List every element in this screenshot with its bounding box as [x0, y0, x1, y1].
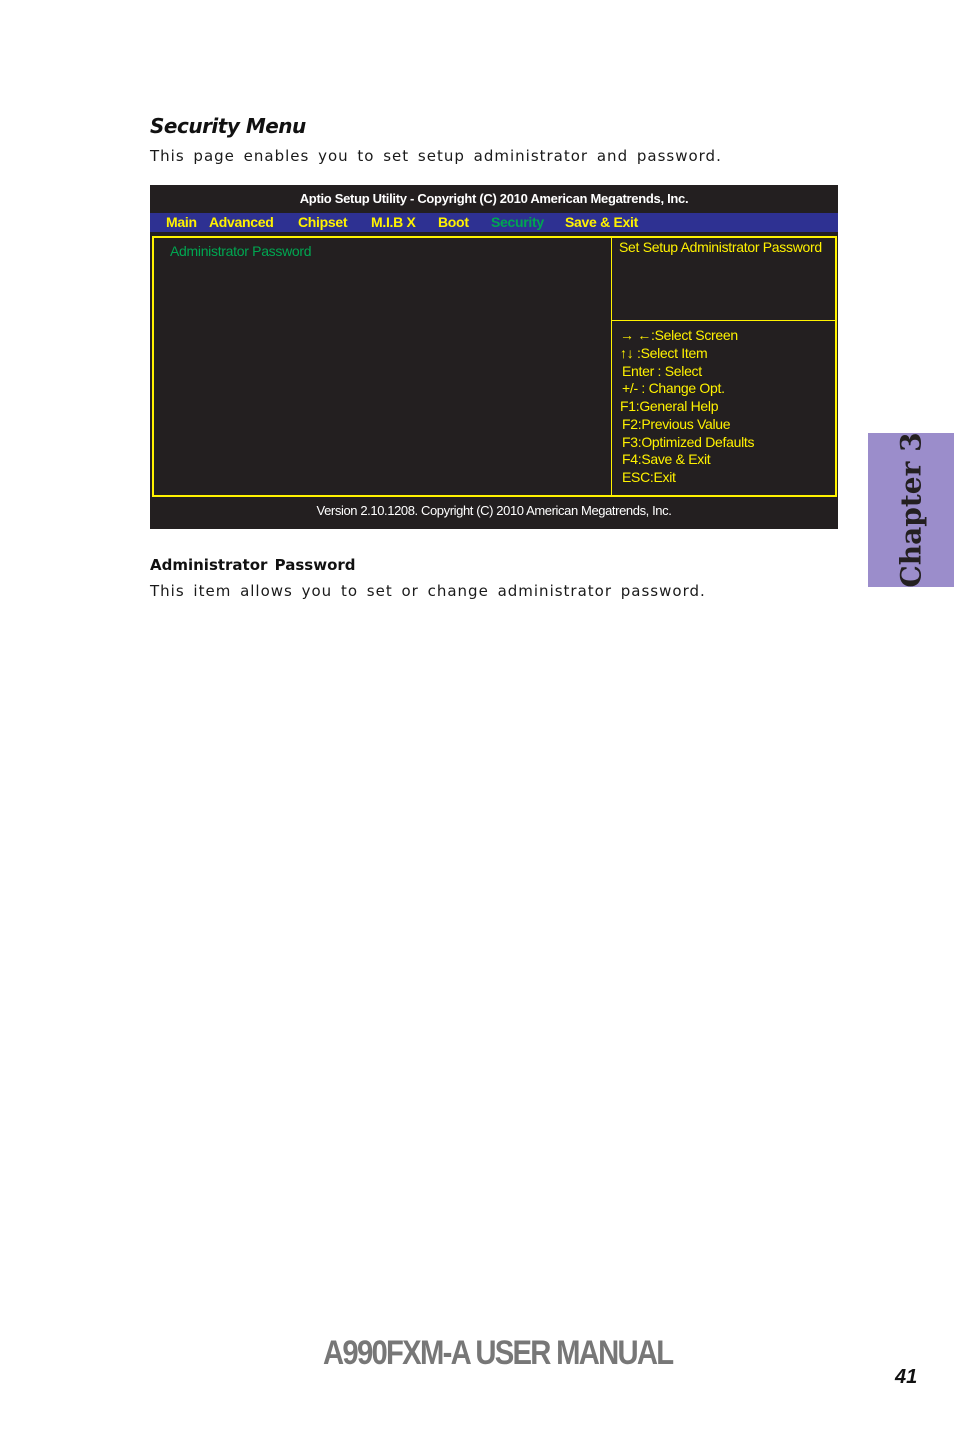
key-change-opt: +/- : Change Opt. — [622, 380, 725, 397]
subsection-text: This item allows you to set or change ad… — [150, 582, 706, 600]
menu-tab-mibx[interactable]: M.I.B X — [371, 214, 416, 230]
panel-divider-vertical — [611, 238, 612, 495]
key-select-item: ↑↓ :Select Item — [620, 344, 708, 361]
manual-title: A990FXM-A USER MANUAL — [323, 1334, 674, 1372]
bios-screenshot: Aptio Setup Utility - Copyright (C) 2010… — [150, 185, 838, 529]
chapter-label: Chapter 3 — [894, 432, 928, 588]
key-select-screen: → ←:Select Screen — [620, 327, 738, 343]
menu-tab-boot[interactable]: Boot — [438, 214, 469, 230]
menu-tab-main[interactable]: Main — [166, 214, 197, 230]
subsection-title: Administrator Password — [150, 556, 356, 574]
menu-tab-save-exit[interactable]: Save & Exit — [565, 214, 638, 230]
bios-main-panel: Administrator Password Set Setup Adminis… — [152, 236, 837, 497]
panel-divider-horizontal — [612, 320, 835, 321]
menu-tab-security[interactable]: Security — [491, 214, 544, 230]
administrator-password-item[interactable]: Administrator Password — [170, 243, 312, 259]
menu-tab-chipset[interactable]: Chipset — [298, 214, 348, 230]
key-esc-exit: ESC:Exit — [622, 469, 676, 485]
section-intro: This page enables you to set setup admin… — [150, 147, 722, 165]
chapter-tab: Chapter 3 — [868, 432, 954, 588]
bios-menubar: Main Advanced Chipset M.I.B X Boot Secur… — [150, 213, 838, 232]
key-f1-help: F1:General Help — [620, 398, 719, 414]
bios-title: Aptio Setup Utility - Copyright (C) 2010… — [299, 191, 689, 206]
bios-version-footer: Version 2.10.1208. Copyright (C) 2010 Am… — [316, 503, 672, 518]
left-right-arrows-icon: → ← — [620, 327, 651, 343]
section-title: Security Menu — [150, 114, 306, 138]
key-f2-previous: F2:Previous Value — [622, 415, 731, 432]
up-down-arrows-icon: ↑↓ — [620, 344, 634, 361]
key-f3-defaults: F3:Optimized Defaults — [622, 433, 755, 450]
menu-tab-advanced[interactable]: Advanced — [209, 214, 274, 230]
key-f4-save-exit: F4:Save & Exit — [622, 451, 711, 468]
key-legend: → ←:Select Screen ↑↓ :Select Item Enter … — [620, 327, 755, 487]
item-help-text: Set Setup Administrator Password — [619, 239, 822, 255]
key-enter-select: Enter : Select — [622, 362, 702, 379]
page-number: 41 — [895, 1366, 918, 1388]
